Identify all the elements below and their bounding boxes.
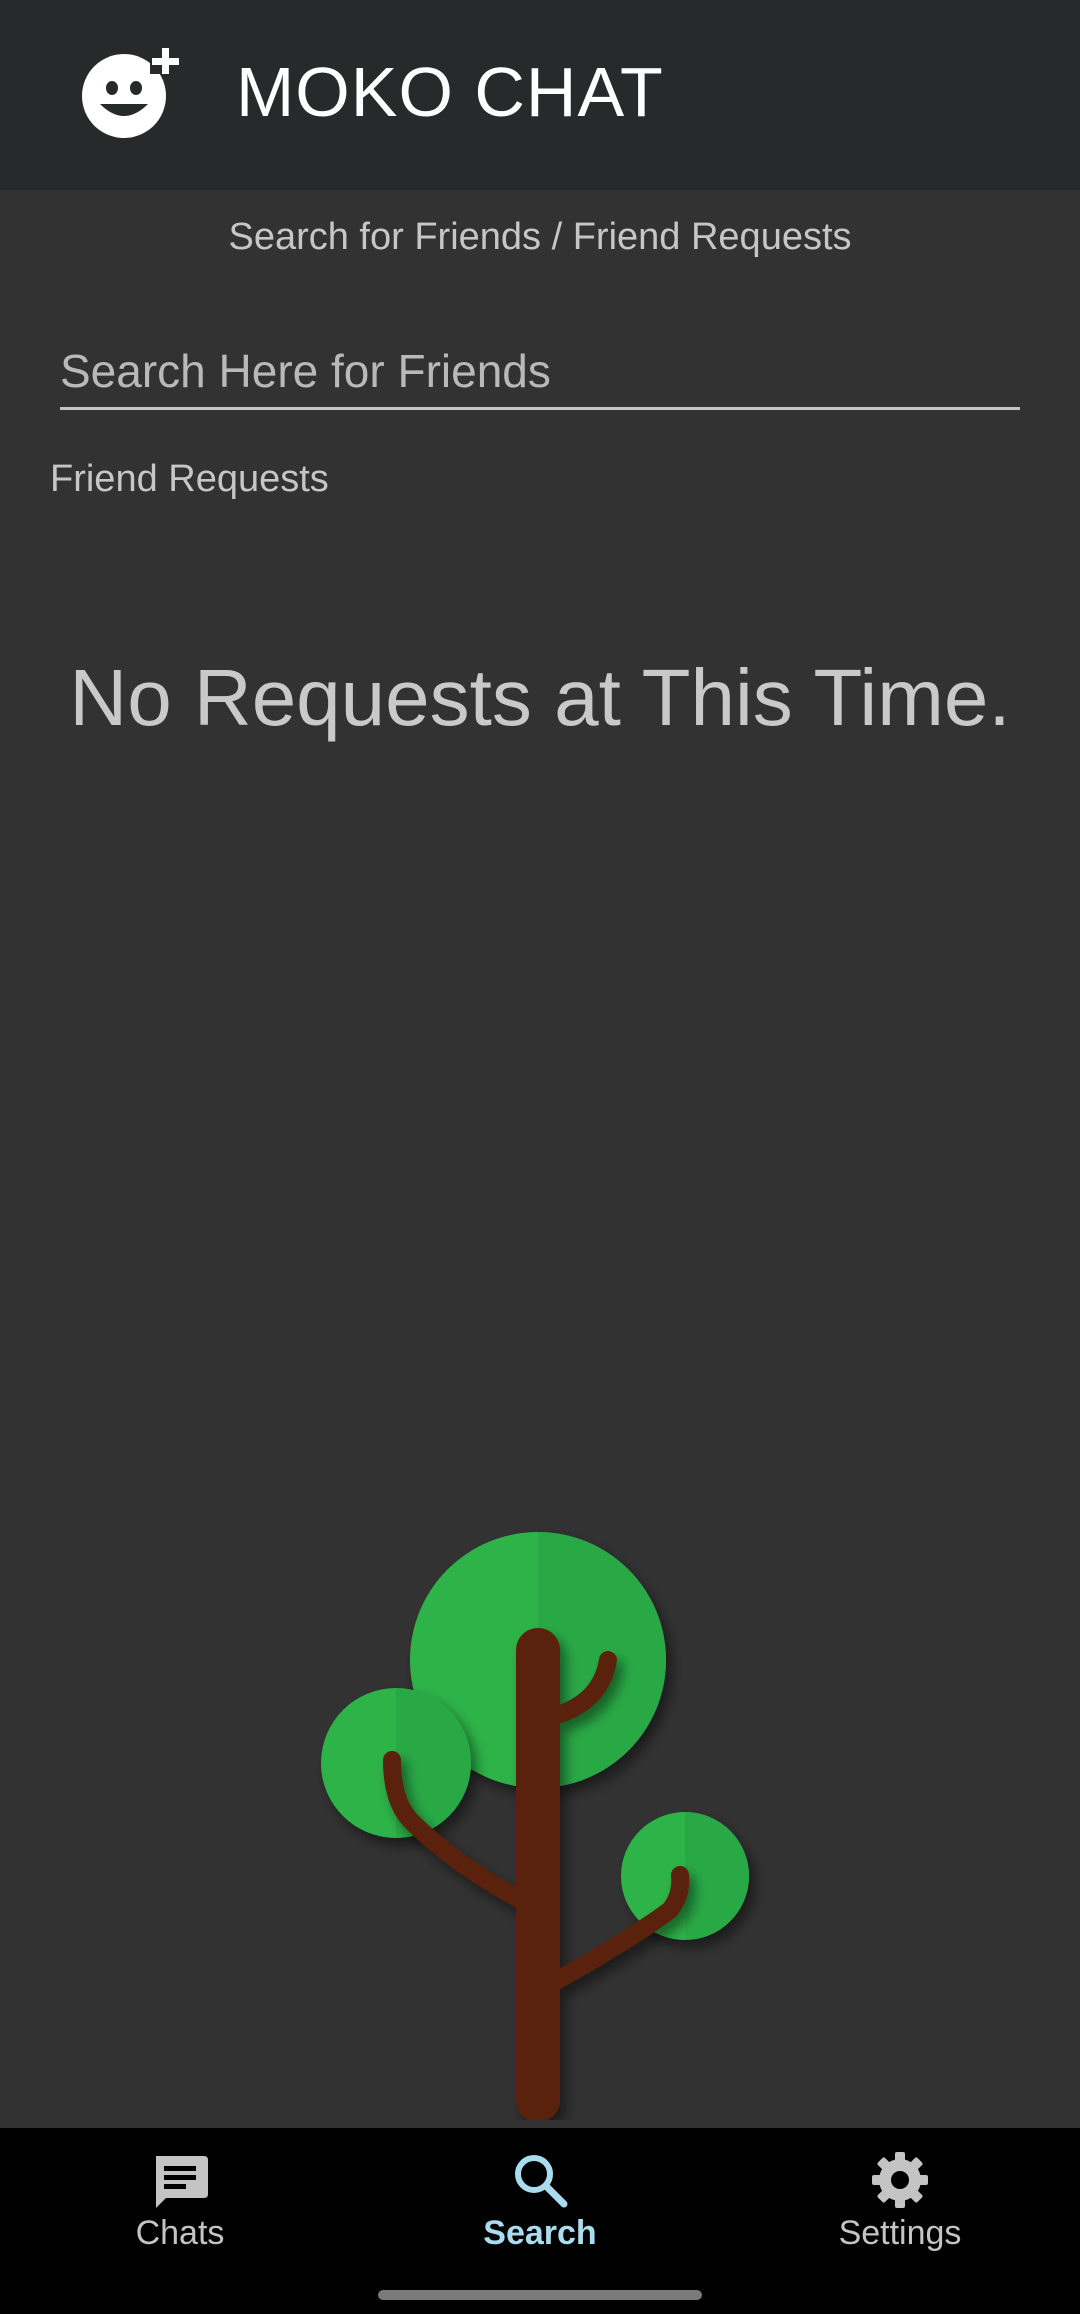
app-bar: MOKO CHAT — [0, 0, 1080, 190]
search-field[interactable] — [60, 335, 1020, 410]
search-icon — [515, 2155, 568, 2208]
bottom-navigation: Chats Search Settings — [0, 2128, 1080, 2314]
chat-icon — [156, 2156, 208, 2208]
nav-label-search: Search — [483, 2214, 597, 2252]
friend-requests-label: Friend Requests — [50, 458, 329, 500]
empty-requests-message: No Requests at This Time. — [69, 653, 1011, 742]
search-input[interactable] — [60, 335, 1020, 407]
nav-label-settings: Settings — [838, 2214, 962, 2252]
nav-tab-search[interactable]: Search — [360, 2128, 720, 2314]
nav-tab-chats[interactable]: Chats — [0, 2128, 360, 2314]
gesture-handle[interactable] — [378, 2290, 702, 2300]
gear-icon — [872, 2152, 928, 2208]
page-subtitle: Search for Friends / Friend Requests — [228, 216, 852, 258]
add-friend-smiley-icon — [82, 44, 180, 138]
app-title: MOKO CHAT — [236, 53, 664, 131]
nav-tab-settings[interactable]: Settings — [720, 2128, 1080, 2314]
tree-illustration — [321, 1532, 749, 2120]
nav-label-chats: Chats — [135, 2214, 225, 2252]
